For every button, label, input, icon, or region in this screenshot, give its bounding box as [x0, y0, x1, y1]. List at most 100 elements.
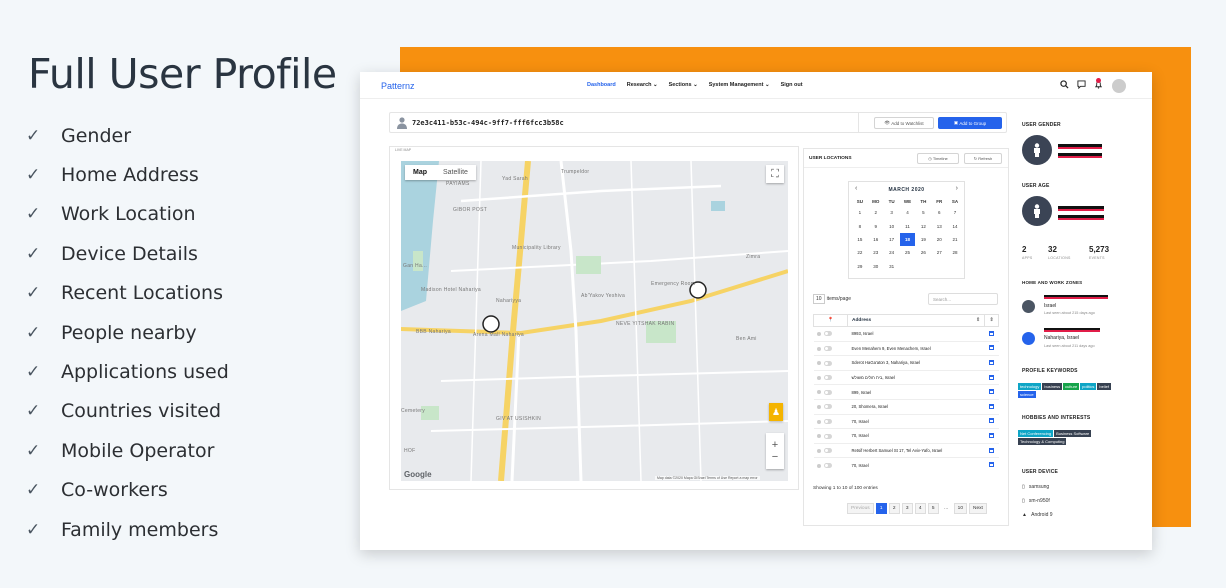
page-button[interactable]: 10 — [953, 503, 968, 514]
street-view-icon[interactable]: ♟ — [769, 403, 783, 421]
calendar-day[interactable]: 26 — [915, 246, 931, 259]
calendar-day[interactable]: 4 — [900, 206, 916, 219]
calendar-day[interactable]: 25 — [900, 246, 916, 259]
menu-research[interactable]: Research ⌄ — [627, 82, 658, 88]
row-toggle[interactable] — [823, 433, 832, 439]
calendar-day[interactable]: 20 — [931, 233, 947, 246]
row-toggle[interactable] — [823, 331, 832, 337]
calendar-day[interactable]: 3 — [884, 206, 900, 219]
map-attribution[interactable]: Map data ©2020 Mapa GISrael Terms of Use… — [655, 476, 760, 480]
table-row[interactable]: 20, Shomera, Israel — [813, 398, 999, 415]
calendar-day[interactable]: 31 — [884, 260, 900, 273]
radio-icon[interactable] — [816, 346, 821, 351]
map-type-map-button[interactable]: Map — [405, 165, 435, 180]
calendar-day[interactable]: 30 — [868, 260, 884, 273]
table-row[interactable]: 70, Israel — [813, 457, 999, 473]
radio-icon[interactable] — [816, 331, 821, 336]
calendar-day[interactable]: 5 — [915, 206, 931, 219]
table-row[interactable]: 70, Israel — [813, 428, 999, 444]
sort-icon[interactable]: ⇕ — [984, 314, 999, 327]
brand-logo[interactable]: Patternz — [381, 81, 415, 91]
calendar-day[interactable]: 27 — [931, 246, 947, 259]
calendar-icon[interactable] — [989, 389, 994, 395]
calendar-day[interactable]: 19 — [915, 233, 931, 246]
calendar-day[interactable]: 12 — [915, 219, 931, 232]
calendar-day[interactable]: 15 — [852, 233, 868, 246]
calendar-icon[interactable] — [989, 418, 994, 424]
radio-icon[interactable] — [816, 361, 821, 366]
table-row[interactable]: 8993, Israel — [813, 326, 999, 342]
row-toggle[interactable] — [823, 375, 832, 381]
avatar[interactable] — [1112, 79, 1126, 93]
items-per-page-select[interactable]: 10 — [813, 294, 825, 304]
radio-icon[interactable] — [816, 404, 821, 409]
fullscreen-icon[interactable]: ⛶ — [766, 165, 784, 183]
radio-icon[interactable] — [816, 390, 821, 395]
calendar-day[interactable]: 22 — [852, 246, 868, 259]
zoom-out-button[interactable]: − — [772, 451, 778, 463]
row-toggle[interactable] — [823, 463, 832, 469]
calendar-day-selected[interactable]: 18 — [899, 232, 916, 247]
add-to-watchlist-button[interactable]: 👁 Add to Watchlist — [874, 117, 934, 129]
radio-icon[interactable] — [816, 375, 821, 380]
row-toggle[interactable] — [823, 448, 832, 454]
radio-icon[interactable] — [816, 448, 821, 453]
zoom-in-button[interactable]: + — [772, 439, 778, 451]
menu-system-management[interactable]: System Management ⌄ — [709, 82, 770, 88]
page-button[interactable]: 2 — [888, 503, 900, 514]
chat-icon[interactable] — [1077, 80, 1086, 89]
radio-icon[interactable] — [816, 419, 821, 424]
calendar-icon[interactable] — [989, 345, 994, 351]
calendar-day[interactable]: 16 — [868, 233, 884, 246]
calendar-day[interactable]: 14 — [947, 219, 963, 232]
calendar-icon[interactable] — [989, 447, 994, 453]
calendar-icon[interactable] — [989, 374, 994, 380]
menu-sections[interactable]: Sections ⌄ — [669, 82, 698, 88]
timeline-button[interactable]: ◷ Timeline — [917, 153, 959, 164]
calendar-icon[interactable] — [989, 462, 994, 468]
calendar-day[interactable]: 28 — [947, 246, 963, 259]
map-canvas[interactable]: PAYIAMS Yad Sarah Trumpeldor GIBOR POST … — [401, 161, 788, 481]
calendar-day[interactable]: 29 — [852, 260, 868, 273]
page-button[interactable]: 4 — [914, 503, 926, 514]
refresh-button[interactable]: ↻ Refresh — [964, 153, 1002, 164]
calendar-icon[interactable] — [989, 403, 994, 409]
calendar-day[interactable]: 7 — [947, 206, 963, 219]
map-type-satellite-button[interactable]: Satellite — [435, 165, 476, 180]
table-row[interactable]: Retsif Herbert Samuel St 17, Tel Aviv-Ya… — [813, 442, 999, 458]
search-input[interactable]: Search... — [928, 293, 998, 305]
calendar-day[interactable]: 21 — [947, 233, 963, 246]
page-button[interactable]: 5 — [927, 503, 939, 514]
row-toggle[interactable] — [823, 346, 832, 352]
chevron-right-icon[interactable]: › — [956, 185, 958, 192]
radio-icon[interactable] — [816, 434, 821, 439]
calendar-day[interactable]: 1 — [852, 206, 868, 219]
next-page-button[interactable]: Next — [969, 503, 987, 514]
table-row[interactable]: בית חולים משולש, Israel — [813, 369, 999, 385]
calendar-day[interactable]: 8 — [852, 219, 868, 232]
calendar-icon[interactable] — [989, 359, 994, 365]
page-button[interactable]: 1 — [875, 503, 887, 514]
radio-icon[interactable] — [816, 463, 821, 468]
search-icon[interactable] — [1060, 80, 1069, 89]
calendar-day[interactable]: 2 — [868, 206, 884, 219]
table-row[interactable]: Even Menahem 9, Even Menachem, Israel — [813, 340, 999, 356]
table-row[interactable]: Sderot HaGa'aton 3, Nahariya, Israel — [813, 355, 999, 371]
menu-sign-out[interactable]: Sign out — [781, 82, 803, 88]
row-toggle[interactable] — [823, 404, 832, 410]
row-toggle[interactable] — [823, 389, 832, 395]
calendar-icon[interactable] — [989, 330, 994, 336]
add-to-group-button[interactable]: ▣ Add to Group — [938, 117, 1002, 129]
table-row[interactable]: 899, Israel — [813, 384, 999, 400]
calendar-day[interactable]: 6 — [931, 206, 947, 219]
address-column-header[interactable]: Address ⇕ — [847, 314, 985, 327]
page-button[interactable]: 3 — [901, 503, 913, 514]
row-toggle[interactable] — [823, 419, 832, 425]
calendar-day[interactable]: 24 — [884, 246, 900, 259]
previous-page-button[interactable]: Previous — [847, 503, 874, 514]
calendar-day[interactable]: 9 — [868, 219, 884, 232]
calendar-day[interactable]: 17 — [884, 233, 900, 246]
calendar-day[interactable]: 10 — [884, 219, 900, 232]
calendar-icon[interactable] — [989, 432, 994, 438]
menu-dashboard[interactable]: Dashboard — [587, 82, 616, 88]
